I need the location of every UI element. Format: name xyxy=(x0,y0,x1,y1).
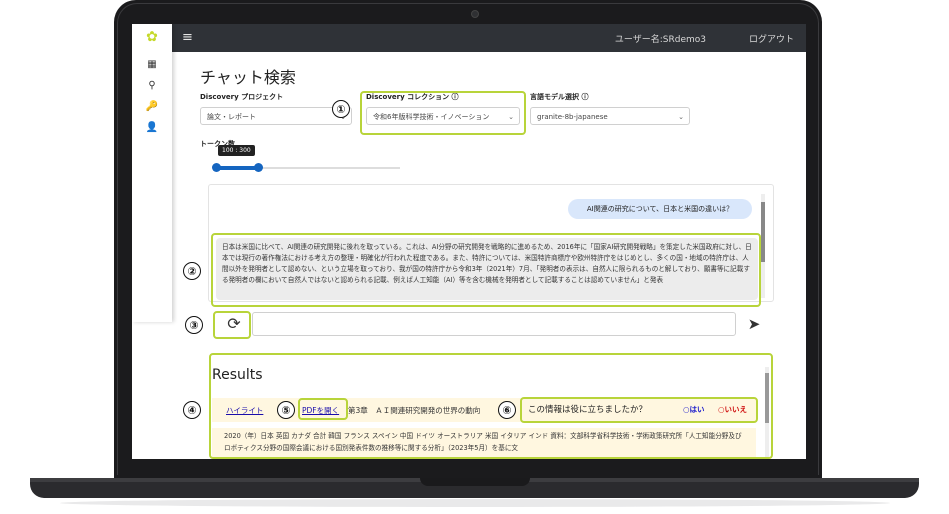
annotation-marker-1: ① xyxy=(332,100,350,118)
webcam xyxy=(471,10,479,18)
annotation-marker-3: ③ xyxy=(185,316,203,334)
model-select[interactable]: granite-8b-japanese ⌄ xyxy=(530,107,690,125)
chevron-down-icon: ⌄ xyxy=(678,113,684,121)
page-title: チャット検索 xyxy=(200,68,296,87)
token-slider-range xyxy=(216,166,258,170)
laptop-shadow xyxy=(60,499,890,507)
project-select[interactable]: 論文・レポート ⌄ xyxy=(200,107,352,125)
chat-input[interactable] xyxy=(252,312,736,336)
send-icon: ➤ xyxy=(747,315,761,333)
model-value: granite-8b-japanese xyxy=(537,113,608,121)
token-slider-min-handle[interactable] xyxy=(212,163,221,172)
annotation-marker-4: ④ xyxy=(183,401,201,419)
user-name: ユーザー名:SRdemo3 xyxy=(614,35,706,45)
logout-link[interactable]: ログアウト xyxy=(749,32,794,45)
top-bar: ≡ ユーザー名:SRdemo3 ログアウト xyxy=(132,24,806,52)
key-icon[interactable]: 🔑 xyxy=(145,101,159,115)
highlight-feedback xyxy=(520,397,758,423)
sidebar: ✿ ▦ ⚲ 🔑 👤 xyxy=(132,24,172,322)
chat-scrollbar[interactable] xyxy=(761,194,765,298)
annotation-marker-6: ⑥ xyxy=(498,401,516,419)
grid-icon[interactable]: ▦ xyxy=(145,59,159,73)
project-value: 論文・レポート xyxy=(207,113,256,121)
annotation-marker-2: ② xyxy=(183,262,201,280)
highlight-reset xyxy=(213,311,251,339)
user-settings-icon[interactable]: 👤 xyxy=(145,122,159,136)
project-label: Discovery プロジェクト xyxy=(200,93,284,101)
search-icon[interactable]: ⚲ xyxy=(145,80,159,94)
hamburger-icon[interactable]: ≡ xyxy=(182,30,193,45)
annotation-marker-5: ⑤ xyxy=(277,401,295,419)
model-label: 言語モデル選択 ⓘ xyxy=(530,93,589,101)
laptop-notch xyxy=(420,478,530,486)
highlight-pdf xyxy=(298,398,348,420)
send-button[interactable]: ➤ xyxy=(742,312,766,336)
token-tooltip: 100 : 300 xyxy=(218,145,255,156)
token-slider-max-handle[interactable] xyxy=(254,163,263,172)
highlight-collection xyxy=(360,91,526,135)
user-message: AI関連の研究について、日本と米国の違いは？ xyxy=(568,199,752,219)
info-icon[interactable]: ⓘ xyxy=(581,93,588,101)
highlight-ai-answer xyxy=(211,233,761,307)
app-logo: ✿ xyxy=(146,29,158,45)
